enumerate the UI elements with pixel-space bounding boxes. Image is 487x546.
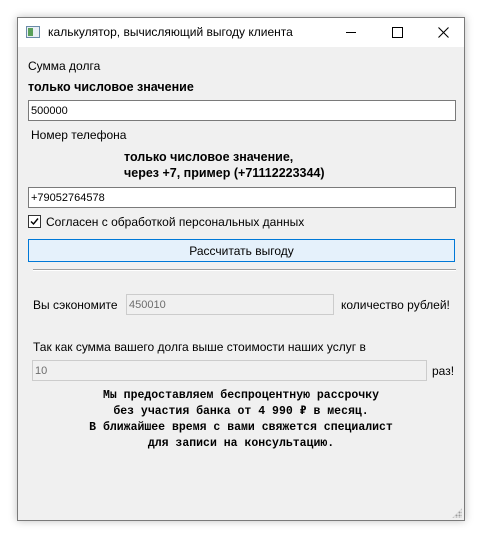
- calculate-button[interactable]: Рассчитать выгоду: [28, 239, 455, 262]
- close-button[interactable]: [420, 18, 466, 47]
- minimize-button[interactable]: [328, 18, 374, 47]
- ratio-suffix: раз!: [432, 364, 455, 378]
- debt-label: Сумма долга: [28, 59, 101, 73]
- phone-hint-line1: только числовое значение,: [124, 150, 294, 164]
- ratio-text: Так как сумма вашего долга выше стоимост…: [33, 340, 366, 354]
- savings-output: [126, 294, 334, 315]
- phone-label: Номер телефона: [31, 128, 127, 142]
- debt-hint: только числовое значение: [28, 80, 194, 94]
- title-bar[interactable]: калькулятор, вычисляющий выгоду клиента: [18, 18, 464, 47]
- minimize-icon: [346, 32, 356, 33]
- close-icon: [437, 27, 449, 38]
- maximize-button[interactable]: [374, 18, 420, 47]
- offer-line-3: В ближайшее время с вами свяжется специа…: [89, 421, 393, 434]
- separator: [33, 269, 456, 271]
- checkmark-icon: [30, 218, 39, 226]
- maximize-icon: [391, 27, 403, 38]
- phone-hint-line2: через +7, пример (+71112223344): [124, 166, 325, 180]
- resize-grip[interactable]: [452, 508, 462, 518]
- window-title: калькулятор, вычисляющий выгоду клиента: [48, 25, 293, 39]
- app-icon: [26, 26, 40, 38]
- savings-suffix: количество рублей!: [341, 298, 450, 312]
- consent-label[interactable]: Согласен с обработкой персональных данны…: [46, 215, 304, 229]
- ratio-output: [32, 360, 427, 381]
- consent-checkbox[interactable]: [28, 215, 41, 228]
- offer-line-2: без участия банка от 4 990 ₽ в месяц.: [113, 405, 369, 418]
- savings-prefix: Вы сэкономите: [33, 298, 118, 312]
- offer-line-1: Мы предоставляем беспроцентную рассрочку: [102, 389, 380, 402]
- phone-input[interactable]: [28, 187, 456, 208]
- offer-line-4: для записи на консультацию.: [147, 437, 335, 450]
- app-window: калькулятор, вычисляющий выгоду клиента …: [17, 17, 465, 521]
- debt-input[interactable]: [28, 100, 456, 121]
